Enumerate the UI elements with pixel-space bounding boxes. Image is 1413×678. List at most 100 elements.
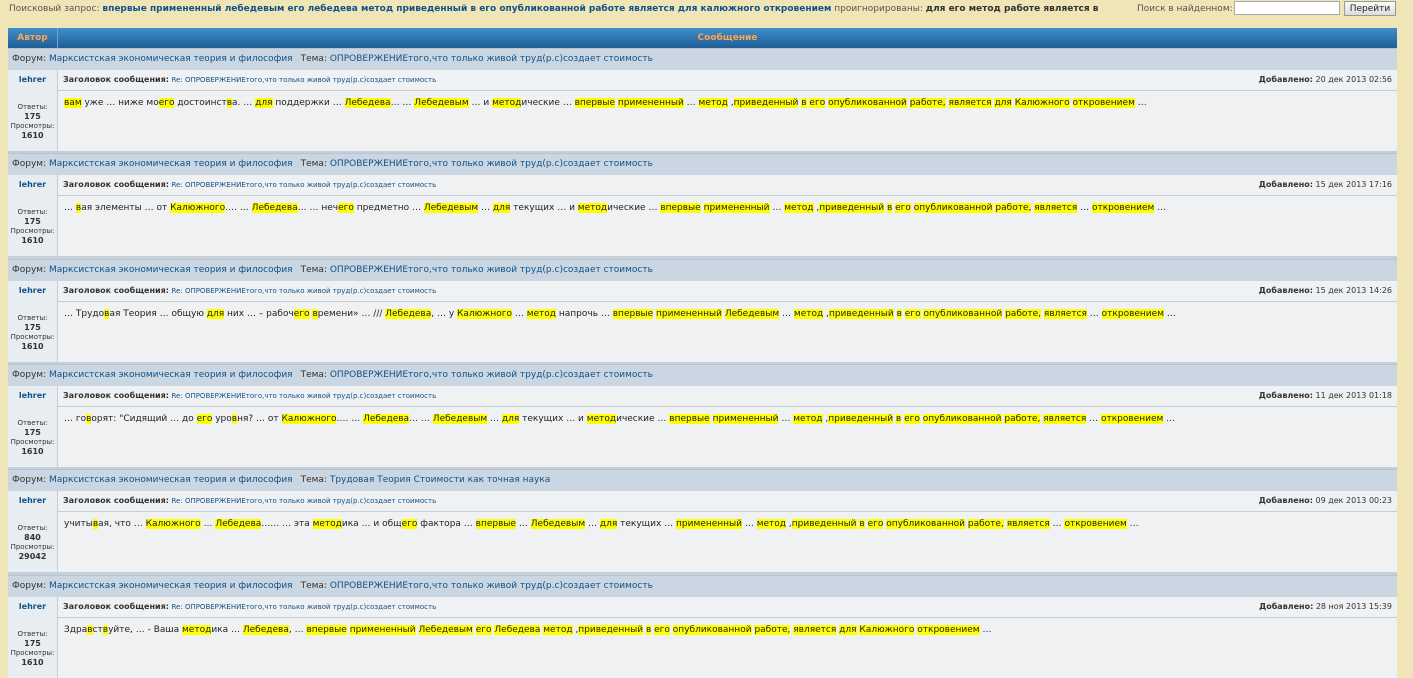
- highlighted-term: опубликованной: [886, 519, 966, 530]
- topic-link[interactable]: ОПРОВЕРЖЕНИЕтого,что только живой труд(р…: [330, 581, 653, 591]
- views-label: Просмотры:: [10, 227, 55, 236]
- subject-link[interactable]: Re: ОПРОВЕРЖЕНИЕтого,что только живой тр…: [172, 181, 437, 189]
- message-excerpt: … вая элементы … от Калюжного…. … Лебеде…: [64, 203, 1166, 214]
- highlighted-term: является: [1034, 203, 1078, 214]
- subject-link[interactable]: Re: ОПРОВЕРЖЕНИЕтого,что только живой тр…: [172, 603, 437, 611]
- highlighted-term: является: [793, 624, 837, 635]
- topic-stats: Ответы: 175 Просмотры: 1610: [8, 630, 57, 668]
- forum-link[interactable]: Марксистская экономическая теория и фило…: [49, 265, 293, 275]
- excerpt-text: ика …: [211, 624, 243, 635]
- replies-count: 175: [24, 638, 41, 648]
- topic-link[interactable]: ОПРОВЕРЖЕНИЕтого,что только живой труд(р…: [330, 265, 653, 275]
- topic-stats: Ответы: 175 Просмотры: 1610: [8, 419, 57, 457]
- forum-link[interactable]: Марксистская экономическая теория и фило…: [49, 475, 293, 485]
- excerpt-text: … …: [409, 413, 433, 424]
- subject-link[interactable]: Re: ОПРОВЕРЖЕНИЕтого,что только живой тр…: [172, 497, 437, 505]
- highlighted-term: метод: [698, 98, 728, 108]
- message-cell: Заголовок сообщения: Re: ОПРОВЕРЖЕНИЕтог…: [58, 596, 1397, 678]
- highlighted-term: является: [948, 98, 992, 108]
- highlighted-term: в: [801, 98, 807, 108]
- forum-link[interactable]: Марксистская экономическая теория и фило…: [49, 581, 293, 591]
- highlighted-term: Лебедева: [251, 203, 298, 214]
- excerpt-text: ические …: [607, 203, 661, 214]
- subject-label: Заголовок сообщения:: [63, 285, 169, 295]
- search-result: Форум: Марксистская экономическая теория…: [8, 258, 1397, 365]
- highlighted-term: Лебедева: [242, 624, 289, 635]
- excerpt-text: напрочь …: [556, 308, 613, 319]
- subject-link[interactable]: Re: ОПРОВЕРЖЕНИЕтого,что только живой тр…: [172, 392, 437, 400]
- column-header-author: Автор: [8, 28, 58, 48]
- excerpt-text: текущих … и: [510, 203, 578, 214]
- topic-link[interactable]: ОПРОВЕРЖЕНИЕтого,что только живой труд(р…: [330, 54, 653, 64]
- forum-label: Форум:: [12, 264, 47, 275]
- replies-count: 840: [24, 533, 41, 543]
- search-result: Форум: Марксистская экономическая теория…: [8, 574, 1397, 678]
- post-date: Добавлено: 15 дек 2013 14:26: [1259, 281, 1392, 301]
- highlighted-term: его: [809, 98, 826, 108]
- forum-link[interactable]: Марксистская экономическая теория и фило…: [49, 159, 293, 169]
- views-label: Просмотры:: [10, 543, 55, 552]
- topic-link[interactable]: Трудовая Теория Стоимости как точная нау…: [330, 475, 550, 485]
- author-link[interactable]: lehrer: [8, 286, 57, 295]
- highlighted-term: Калюжного: [170, 203, 226, 214]
- highlighted-term: впервые: [306, 624, 347, 635]
- excerpt-text: … го: [64, 413, 87, 424]
- subject-link[interactable]: Re: ОПРОВЕРЖЕНИЕтого,что только живой тр…: [172, 287, 437, 295]
- search-query-link[interactable]: впервые примененный лебедевым его лебеде…: [102, 4, 831, 14]
- highlighted-term: приведенный: [828, 413, 894, 424]
- excerpt-text: … … неч: [297, 203, 339, 214]
- highlighted-term: примененный: [656, 308, 722, 319]
- search-in-results-input[interactable]: [1234, 1, 1340, 15]
- author-link[interactable]: lehrer: [8, 496, 57, 505]
- excerpt-text: …: [1134, 98, 1147, 108]
- highlighted-term: опубликованной: [672, 624, 752, 635]
- subject-link[interactable]: Re: ОПРОВЕРЖЕНИЕтого,что только живой тр…: [172, 76, 437, 84]
- excerpt-text: …. …: [225, 203, 252, 214]
- highlighted-term: его: [475, 624, 492, 635]
- author-cell: lehrer Ответы: 175 Просмотры: 1610: [8, 385, 58, 467]
- message-header: Заголовок сообщения: Re: ОПРОВЕРЖЕНИЕтог…: [58, 386, 1397, 407]
- highlighted-term: опубликованной: [923, 308, 1003, 319]
- post-date-value: 15 дек 2013 14:26: [1315, 285, 1392, 295]
- author-link[interactable]: lehrer: [8, 75, 57, 84]
- author-link[interactable]: lehrer: [8, 391, 57, 400]
- go-button[interactable]: Перейти: [1344, 1, 1396, 16]
- author-link[interactable]: lehrer: [8, 602, 57, 611]
- excerpt-text: ая Теория … общую: [109, 308, 207, 319]
- highlighted-term: для: [501, 413, 520, 424]
- subject-label: Заголовок сообщения:: [63, 601, 169, 611]
- highlighted-term: примененный: [703, 203, 770, 214]
- highlighted-term: приведенный: [828, 308, 894, 319]
- highlighted-term: примененный: [676, 519, 742, 530]
- search-result: Форум: Марксистская экономическая теория…: [8, 469, 1397, 576]
- highlighted-term: откровением: [1072, 98, 1135, 108]
- highlighted-term: Калюжного: [457, 308, 512, 319]
- highlighted-term: приведенный: [733, 98, 799, 108]
- forum-link[interactable]: Марксистская экономическая теория и фило…: [49, 370, 293, 380]
- search-results-table: Автор Сообщение Форум: Марксистская экон…: [8, 28, 1397, 678]
- topic-link[interactable]: ОПРОВЕРЖЕНИЕтого,что только живой труд(р…: [330, 159, 653, 169]
- topic-link[interactable]: ОПРОВЕРЖЕНИЕтого,что только живой труд(р…: [330, 370, 653, 380]
- highlighted-term: для: [839, 624, 857, 635]
- highlighted-term: опубликованной: [913, 203, 993, 214]
- excerpt-text: ст: [92, 624, 103, 635]
- forum-label: Форум:: [12, 54, 47, 64]
- highlighted-term: Лебедевым: [724, 308, 780, 319]
- views-label: Просмотры:: [10, 437, 55, 446]
- result-forum-row: Форум: Марксистская экономическая теория…: [8, 258, 1397, 282]
- message-header: Заголовок сообщения: Re: ОПРОВЕРЖЕНИЕтог…: [58, 597, 1397, 618]
- search-header: Поисковый запрос: впервые примененный ле…: [0, 0, 1413, 28]
- forum-link[interactable]: Марксистская экономическая теория и фило…: [49, 54, 293, 64]
- views-count: 1610: [21, 131, 44, 140]
- author-link[interactable]: lehrer: [8, 180, 57, 189]
- message-cell: Заголовок сообщения: Re: ОПРОВЕРЖЕНИЕтог…: [58, 280, 1397, 362]
- excerpt-text: ические …: [521, 98, 575, 108]
- excerpt-text: а. …: [232, 98, 256, 108]
- excerpt-text: них … – рабоч: [224, 308, 294, 319]
- post-date-value: 15 дек 2013 17:16: [1315, 180, 1392, 190]
- author-cell: lehrer Ответы: 175 Просмотры: 1610: [8, 596, 58, 678]
- excerpt-text: ня? … от: [237, 413, 282, 424]
- views-count: 29042: [18, 552, 47, 562]
- highlighted-term: Лебедева: [385, 308, 432, 319]
- table-header: Автор Сообщение: [8, 28, 1397, 48]
